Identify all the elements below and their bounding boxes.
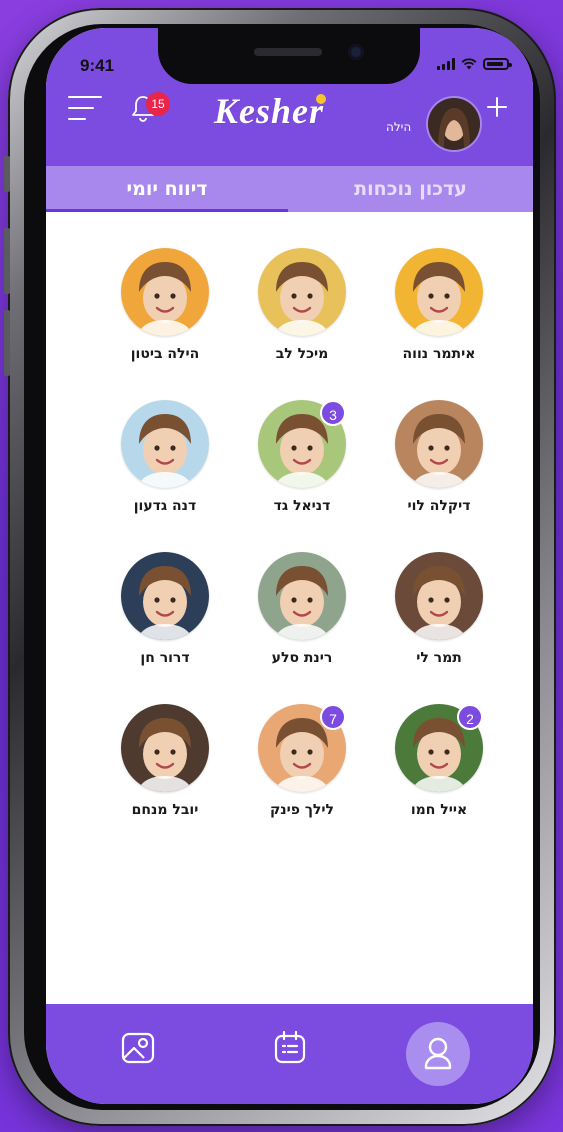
child-photo [395, 400, 483, 488]
tab-active-indicator [46, 209, 288, 212]
user-avatar-image [428, 98, 480, 150]
side-button-volume-up [4, 228, 10, 294]
child-card[interactable]: איתמר נווה [379, 248, 499, 362]
app-logo: Kesher [214, 91, 325, 131]
child-name: אייל חמו [410, 802, 468, 818]
side-button-volume-down [4, 310, 10, 376]
tab-daily-report[interactable]: דיווח יומי [46, 166, 288, 212]
child-card[interactable]: יובל מנחם [105, 704, 225, 818]
wifi-icon [461, 58, 477, 70]
child-name: דרור חן [140, 650, 190, 666]
status-icons [437, 58, 512, 70]
notification-count-badge: 15 [146, 92, 170, 116]
child-card[interactable]: 2 אייל חמו [379, 704, 499, 818]
menu-icon[interactable] [68, 96, 102, 122]
child-name: רינת סלע [271, 650, 333, 666]
app-screen: 9:41 15 Kesher הילה דיווח יומי עדכון נוכ… [46, 28, 533, 1104]
child-card[interactable]: 3 דניאל גד [242, 400, 362, 514]
child-photo [121, 400, 209, 488]
profile-icon [424, 1037, 452, 1070]
child-name: הילה ביטון [130, 346, 200, 362]
child-photo [121, 704, 209, 792]
child-name: תמר לי [416, 650, 462, 666]
child-card[interactable]: מיכל לב [242, 248, 362, 362]
status-time: 9:41 [80, 56, 115, 75]
child-card[interactable]: תמר לי [379, 552, 499, 666]
child-card[interactable]: דרור חן [105, 552, 225, 666]
child-card[interactable]: הילה ביטון [105, 248, 225, 362]
child-name: מיכל לב [275, 346, 329, 362]
child-card[interactable]: 7 לילך פינק [242, 704, 362, 818]
child-update-count-badge: 3 [320, 400, 346, 426]
child-name: יובל מנחם [131, 802, 199, 818]
notch [158, 28, 420, 84]
child-update-count-badge: 2 [457, 704, 483, 730]
user-avatar[interactable] [426, 96, 482, 152]
child-photo [258, 552, 346, 640]
user-name: הילה [386, 120, 412, 134]
child-photo [258, 248, 346, 336]
child-card[interactable]: דנה גדעון [105, 400, 225, 514]
child-photo [121, 552, 209, 640]
add-icon[interactable] [486, 96, 508, 118]
calendar-icon[interactable] [270, 1028, 310, 1068]
child-name: דיקלה לוי [407, 498, 471, 514]
child-photo [395, 552, 483, 640]
child-name: דניאל גד [273, 498, 331, 514]
header-bar: 9:41 15 Kesher הילה דיווח יומי עדכון נוכ… [46, 28, 533, 212]
child-card[interactable]: דיקלה לוי [379, 400, 499, 514]
child-name: דנה גדעון [133, 498, 197, 514]
speaker [254, 48, 322, 56]
logo-sun-icon [316, 94, 326, 104]
profile-nav-button[interactable] [406, 1022, 470, 1086]
child-update-count-badge: 7 [320, 704, 346, 730]
child-photo [395, 248, 483, 336]
tab-bar: דיווח יומי עדכון נוכחות [46, 166, 533, 212]
battery-icon [483, 58, 512, 70]
bottom-nav-bar [46, 1004, 533, 1104]
side-button-mute [4, 156, 10, 192]
child-photo [121, 248, 209, 336]
child-name: לילך פינק [269, 802, 334, 818]
child-card[interactable]: רינת סלע [242, 552, 362, 666]
child-name: איתמר נווה [402, 346, 476, 362]
camera [348, 44, 364, 60]
tab-attendance-update[interactable]: עדכון נוכחות [288, 166, 533, 212]
gallery-icon[interactable] [118, 1028, 158, 1068]
signal-icon [437, 58, 455, 70]
